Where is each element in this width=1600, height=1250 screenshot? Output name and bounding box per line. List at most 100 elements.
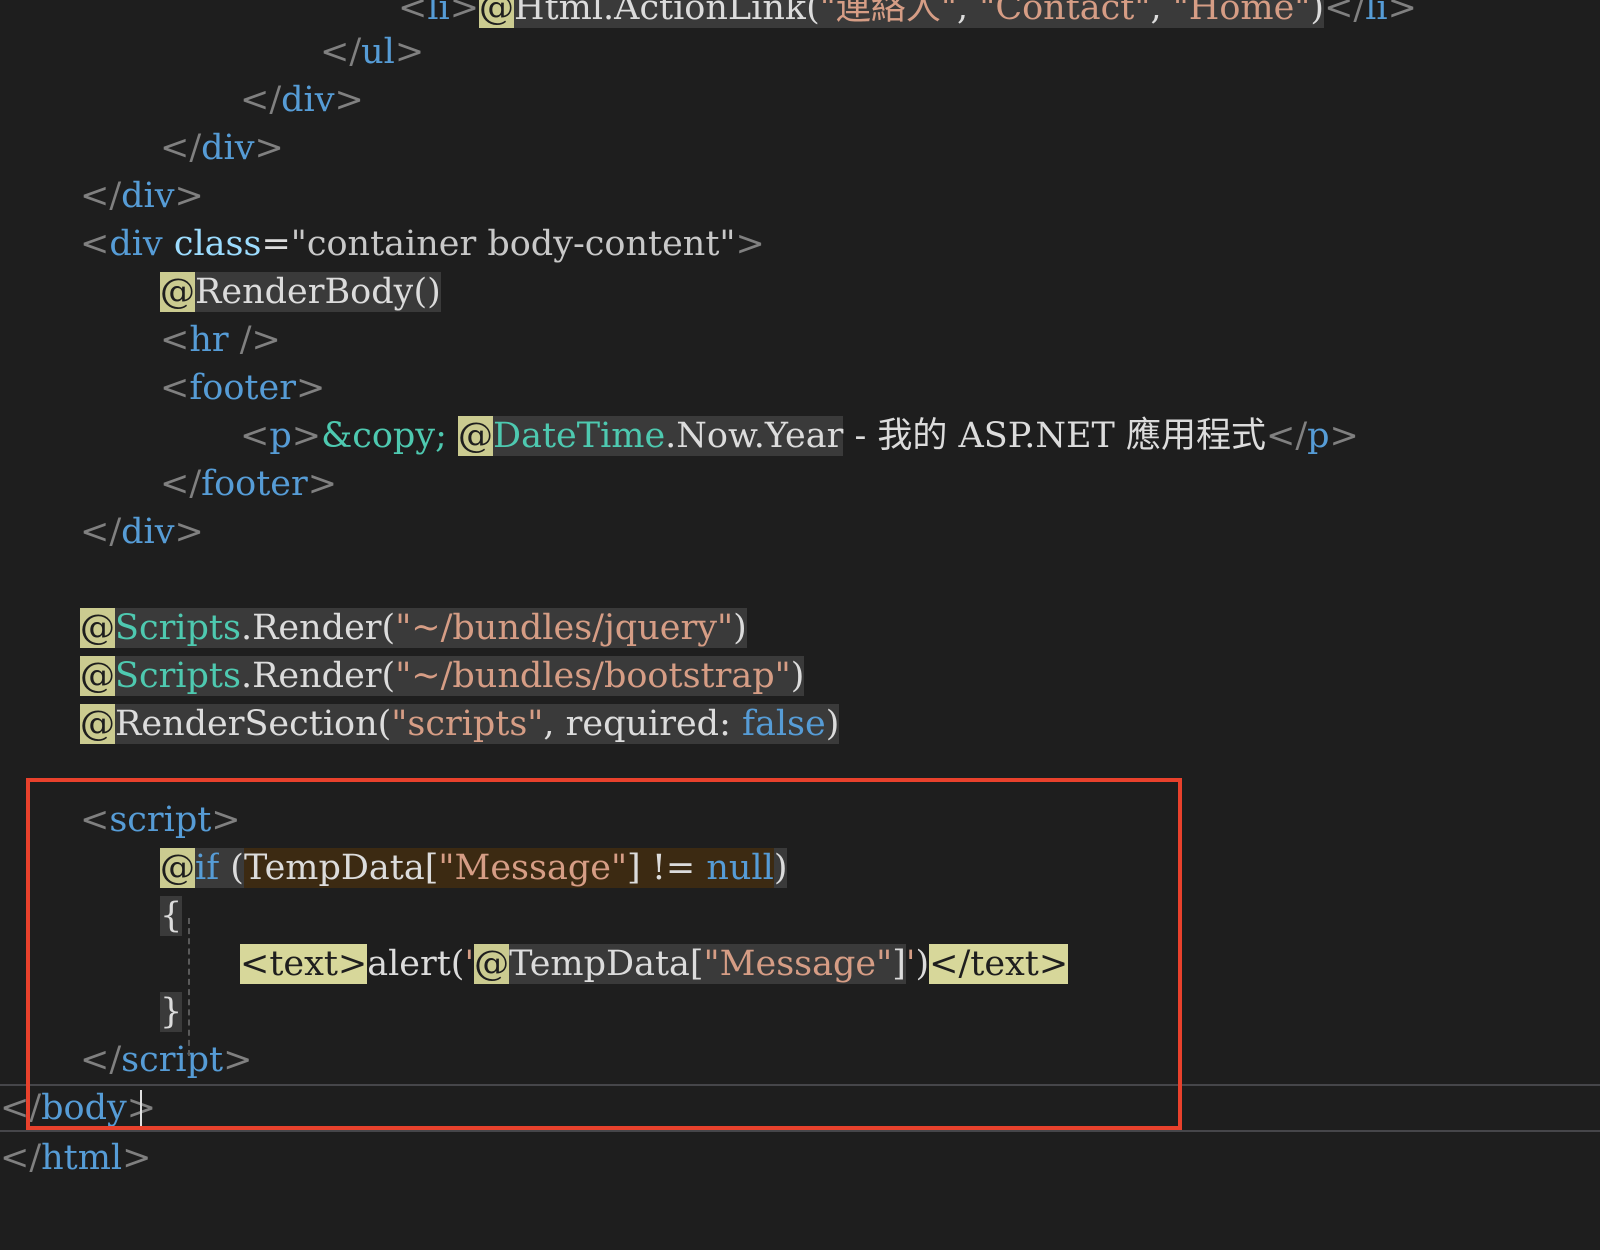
code-token: ) — [733, 608, 747, 648]
code-token: "Message" — [703, 944, 893, 984]
code-token: RenderSection( — [115, 704, 392, 744]
code-token: @ — [160, 272, 195, 312]
code-token: div — [109, 224, 163, 264]
indent-guide — [188, 918, 190, 1056]
code-line[interactable]: @Scripts.Render("~/bundles/bootstrap") — [80, 652, 805, 700]
code-token: </ — [1266, 416, 1308, 456]
code-token: div — [121, 512, 175, 552]
code-token: @ — [80, 608, 115, 648]
code-token: div — [281, 80, 335, 120]
code-editor[interactable]: <li>@Html.ActionLink("連絡人", "Contact", "… — [0, 0, 1600, 1250]
code-token: </ — [80, 1040, 122, 1080]
code-line[interactable]: <text>alert('@TempData["Message"]')</tex… — [240, 940, 1069, 988]
code-token: > — [449, 0, 480, 28]
code-token: p — [269, 416, 292, 456]
code-token: html — [41, 1138, 123, 1178]
code-token: li — [1365, 0, 1388, 28]
code-line[interactable]: <hr /> — [160, 316, 281, 364]
code-token: ) — [825, 704, 840, 744]
code-token: .Now.Year — [665, 416, 844, 456]
code-line[interactable]: <li>@Html.ActionLink("連絡人", "Contact", "… — [398, 0, 1417, 32]
code-line[interactable]: </script> — [80, 1036, 252, 1084]
code-line[interactable]: </ul> — [320, 28, 424, 76]
code-line[interactable]: <script> — [80, 796, 241, 844]
code-token: Html — [514, 0, 604, 28]
code-token: @ — [474, 944, 510, 984]
code-token: > — [394, 32, 425, 72]
code-token: ul — [361, 32, 395, 72]
code-token: class — [173, 224, 262, 264]
code-line[interactable]: @Scripts.Render("~/bundles/jquery") — [80, 604, 747, 652]
code-line[interactable]: </footer> — [160, 460, 337, 508]
code-token: . — [603, 0, 615, 28]
code-token: body — [41, 1088, 127, 1128]
code-token: < — [398, 0, 428, 28]
code-line[interactable]: <p>&copy; @DateTime.Now.Year - 我的 ASP.NE… — [240, 412, 1359, 460]
code-line[interactable]: </div> — [240, 76, 364, 124]
code-line[interactable]: </html> — [0, 1134, 151, 1182]
code-token: </ — [320, 32, 362, 72]
code-token: "container body-content" — [290, 224, 736, 264]
code-token: , required: — [543, 704, 743, 744]
code-line[interactable]: @RenderBody() — [160, 268, 441, 316]
code-token: ActionLink — [614, 0, 807, 28]
code-token: "scripts" — [391, 704, 544, 744]
code-line[interactable]: </div> — [80, 508, 204, 556]
code-token: ] != — [627, 848, 707, 888]
code-token: <text> — [240, 944, 368, 984]
code-token: Scripts — [115, 656, 241, 696]
code-token: @ — [80, 656, 115, 696]
code-token: null — [706, 848, 774, 888]
code-token: DateTime — [493, 416, 666, 456]
code-token: > — [122, 1138, 152, 1178]
code-token: "~/bundles/bootstrap" — [395, 656, 791, 696]
code-token: @ — [160, 848, 195, 888]
code-token: footer — [189, 368, 296, 408]
code-token: TempData[ — [509, 944, 704, 984]
code-token: hr — [189, 320, 229, 360]
code-token: = — [261, 224, 291, 264]
code-token: ) — [790, 656, 805, 696]
code-token: @ — [458, 416, 494, 456]
code-token: </ — [0, 1138, 42, 1178]
code-token: > — [174, 512, 204, 552]
code-line[interactable]: </div> — [160, 124, 284, 172]
code-token: Scripts — [115, 608, 241, 648]
code-token: "~/bundles/jquery" — [395, 608, 734, 648]
code-token: .Render( — [240, 608, 396, 648]
code-token: > — [334, 80, 364, 120]
code-token: "連絡人" — [819, 0, 957, 28]
code-token: </ — [240, 80, 282, 120]
code-token: div — [121, 176, 175, 216]
code-token: "Message" — [438, 848, 628, 888]
code-line[interactable]: @if (TempData["Message"] != null) — [160, 844, 788, 892]
code-line[interactable]: <div class="container body-content"> — [80, 220, 765, 268]
code-token: "Home" — [1172, 0, 1311, 28]
code-token: , — [1150, 0, 1173, 28]
code-token: div — [201, 128, 255, 168]
code-token: </ — [80, 512, 122, 552]
code-token: < — [80, 800, 110, 840]
code-token: { — [160, 896, 183, 936]
code-line[interactable]: } — [160, 988, 183, 1036]
code-token: if — [195, 848, 220, 888]
code-line[interactable]: </body> — [0, 1084, 1600, 1132]
code-token: < — [160, 368, 190, 408]
code-token: .Render( — [240, 656, 396, 696]
code-token: false — [742, 704, 826, 744]
code-token: script — [109, 800, 212, 840]
code-token: > — [1387, 0, 1417, 28]
code-line[interactable]: <footer> — [160, 364, 325, 412]
code-token: TempData[ — [243, 848, 439, 888]
code-token: < — [240, 416, 270, 456]
code-token: } — [160, 992, 183, 1032]
code-token: , — [956, 0, 980, 28]
code-line[interactable]: { — [160, 892, 183, 940]
code-line[interactable]: @RenderSection("scripts", required: fals… — [80, 700, 840, 748]
code-line[interactable]: </div> — [80, 172, 204, 220]
code-token: </ — [80, 176, 122, 216]
code-token: > — [307, 464, 338, 504]
code-token: ) — [773, 848, 788, 888]
